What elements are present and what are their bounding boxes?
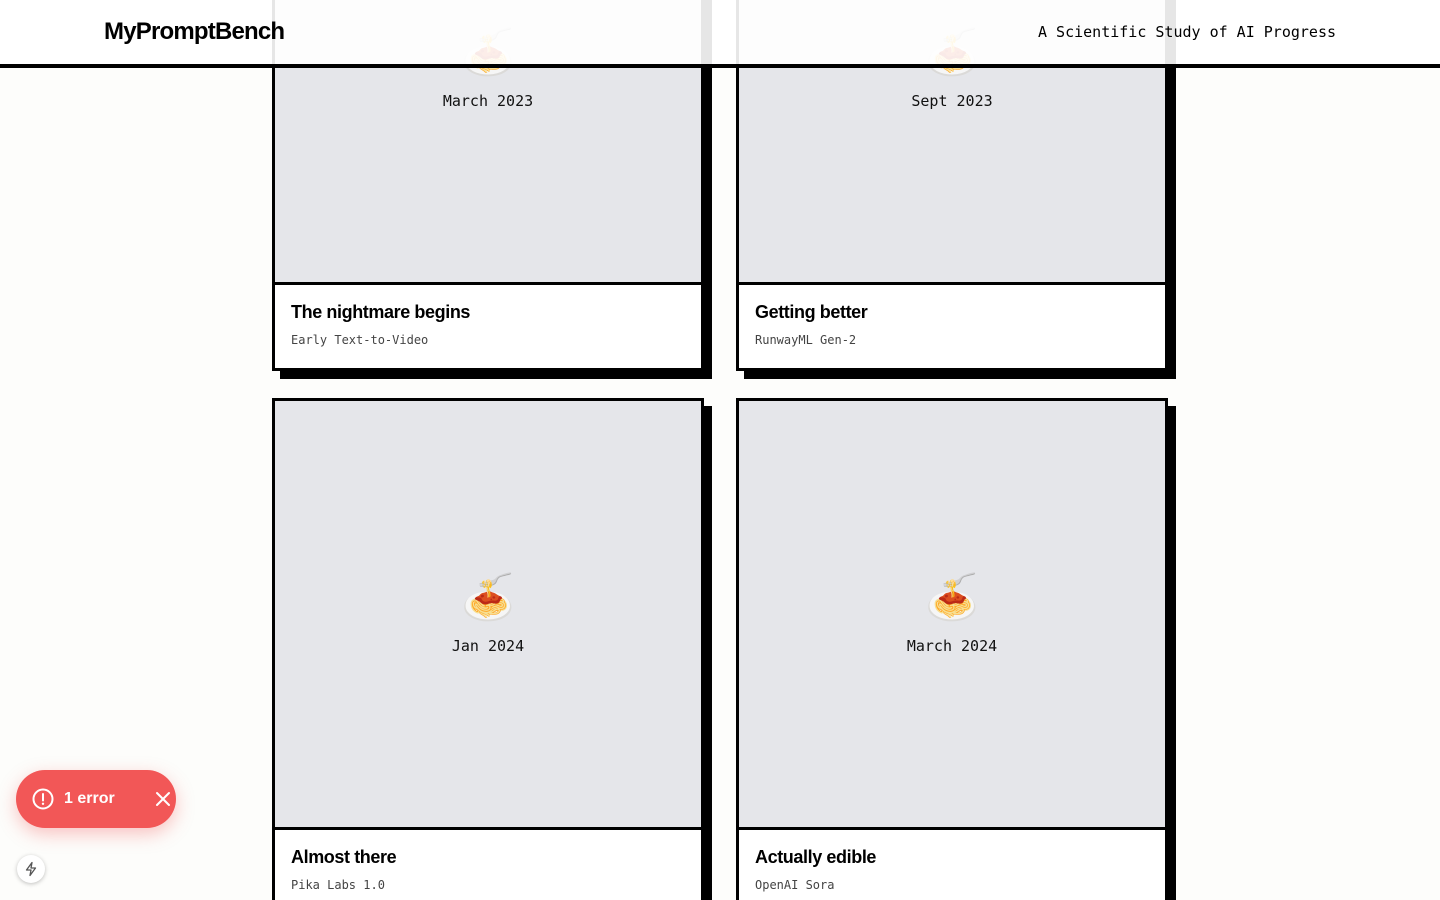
error-count-label[interactable]: 1 error [64,789,115,809]
card-title: Actually edible [755,847,877,867]
card-media: 🍝 Jan 2024 [275,401,701,830]
card-title: The nightmare begins [291,302,471,322]
card-title: Getting better [755,302,868,322]
card-title: Almost there [291,847,397,867]
card-info: Almost there Pika Labs 1.0 [275,830,701,900]
card-media: 🍝 March 2024 [739,401,1165,830]
card-date: Jan 2024 [451,637,525,655]
card-subtitle: Early Text-to-Video [291,333,429,347]
lightning-bolt-icon [25,861,37,877]
card-subtitle: Pika Labs 1.0 [291,878,385,892]
card-info: The nightmare begins Early Text-to-Video [275,285,701,365]
spaghetti-icon: 🍝 [924,573,980,622]
dev-tools-button[interactable] [17,855,45,883]
card-date: March 2023 [442,92,534,110]
gallery-card[interactable]: 🍝 March 2024 Actually edible OpenAI Sora [736,398,1168,900]
card-subtitle: RunwayML Gen-2 [755,333,857,347]
card-info: Actually edible OpenAI Sora [739,830,1165,900]
gallery-card[interactable]: 🍝 Jan 2024 Almost there Pika Labs 1.0 [272,398,704,900]
alert-circle-icon [32,788,54,810]
card-date: Sept 2023 [911,92,993,110]
card-info: Getting better RunwayML Gen-2 [739,285,1165,365]
close-icon[interactable] [154,790,172,808]
spaghetti-icon: 🍝 [460,573,516,622]
error-toast[interactable]: 1 error [16,770,176,828]
site-logo[interactable]: MyPromptBench [104,16,285,48]
site-header: MyPromptBench A Scientific Study of AI P… [0,0,1440,68]
card-subtitle: OpenAI Sora [755,878,835,892]
card-date: March 2024 [906,637,998,655]
site-tagline: A Scientific Study of AI Progress [1037,23,1336,41]
